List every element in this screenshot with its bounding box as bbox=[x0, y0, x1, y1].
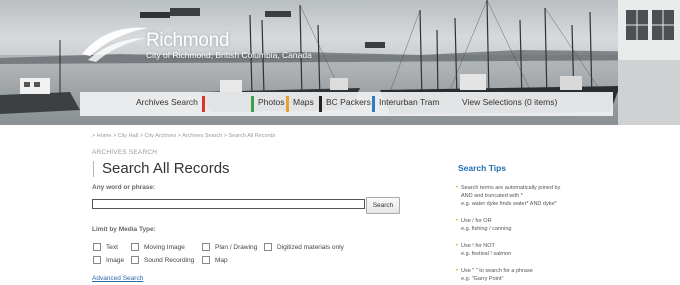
checkbox-label: Text bbox=[106, 243, 118, 251]
search-input[interactable] bbox=[92, 199, 365, 209]
media-type-label: Limit by Media Type: bbox=[92, 226, 156, 233]
checkbox-box[interactable] bbox=[131, 243, 139, 251]
tip-item: • Use / for OR e.g. fishing / canning bbox=[456, 217, 512, 233]
checkbox-sound-recording[interactable]: Sound Recording bbox=[131, 256, 194, 264]
checkbox-label: Plan / Drawing bbox=[215, 243, 258, 251]
search-button[interactable]: Search bbox=[366, 197, 400, 214]
search-label: Any word or phrase: bbox=[92, 184, 156, 191]
checkbox-label: Map bbox=[215, 256, 228, 264]
checkbox-moving-image[interactable]: Moving Image bbox=[131, 243, 185, 251]
tip-line: e.g. festival ! salmon bbox=[461, 251, 512, 257]
checkbox-label: Digitized materials only bbox=[277, 243, 344, 251]
nav-item-interurban-tram[interactable]: Interurban Tram bbox=[379, 97, 439, 107]
nav-item-photos[interactable]: Photos bbox=[258, 97, 284, 107]
checkbox-digitized-only[interactable]: Digitized materials only bbox=[264, 243, 344, 251]
nav-accent-orange bbox=[286, 96, 289, 112]
checkbox-text[interactable]: Text bbox=[93, 243, 118, 251]
checkbox-box[interactable] bbox=[202, 243, 210, 251]
main-nav: Archives Search Photos Maps BC Packers I… bbox=[80, 92, 613, 116]
nav-accent-black bbox=[319, 96, 322, 112]
section-tag: ARCHIVES SEARCH bbox=[92, 149, 158, 156]
checkbox-label: Image bbox=[106, 256, 125, 264]
checkbox-box[interactable] bbox=[202, 256, 210, 264]
bullet-icon: • bbox=[456, 218, 459, 224]
bullet-icon: • bbox=[456, 268, 459, 274]
checkbox-image[interactable]: Image bbox=[93, 256, 124, 264]
nav-item-bc-packers[interactable]: BC Packers bbox=[326, 97, 371, 107]
checkbox-plan-drawing[interactable]: Plan / Drawing bbox=[202, 243, 257, 251]
tip-line: e.g. "Garry Point" bbox=[461, 276, 504, 282]
advanced-search-link[interactable]: Advanced Search bbox=[92, 275, 143, 282]
search-tips-title: Search Tips bbox=[458, 163, 507, 173]
checkbox-map[interactable]: Map bbox=[202, 256, 228, 264]
checkbox-box[interactable] bbox=[264, 243, 272, 251]
breadcrumb[interactable]: > Home > City Hall > City Archives > Arc… bbox=[92, 133, 275, 139]
brand-subtitle: City of Richmond, British Columbia, Cana… bbox=[146, 50, 312, 60]
tip-item: • Use ! for NOT e.g. festival ! salmon bbox=[456, 242, 512, 258]
bullet-icon: • bbox=[456, 185, 459, 191]
tip-item: • Use " " to search for a phrase e.g. "G… bbox=[456, 267, 533, 283]
nav-item-maps[interactable]: Maps bbox=[293, 97, 314, 107]
tip-line: e.g. water dyke finds water* AND dyke* bbox=[461, 201, 557, 207]
tip-line: Use " " to search for a phrase bbox=[461, 268, 533, 274]
tip-line: Use ! for NOT bbox=[461, 243, 495, 249]
tip-line: Search terms are automatically joined by bbox=[461, 185, 561, 191]
bullet-icon: • bbox=[456, 243, 459, 249]
checkbox-label: Sound Recording bbox=[144, 256, 195, 264]
nav-item-archives-search[interactable]: Archives Search bbox=[136, 97, 198, 107]
tip-line: Use / for OR bbox=[461, 218, 492, 224]
brand-name[interactable]: Richmond bbox=[146, 30, 229, 52]
checkbox-box[interactable] bbox=[93, 256, 101, 264]
tip-item: • Search terms are automatically joined … bbox=[456, 184, 561, 208]
nav-accent-red bbox=[202, 96, 205, 112]
tip-line: AND and truncated with * bbox=[461, 193, 523, 199]
checkbox-box[interactable] bbox=[93, 243, 101, 251]
nav-accent-green bbox=[251, 96, 254, 112]
nav-accent-blue bbox=[372, 96, 375, 112]
tip-line: e.g. fishing / canning bbox=[461, 226, 512, 232]
page-title: Search All Records bbox=[102, 160, 230, 177]
checkbox-box[interactable] bbox=[131, 256, 139, 264]
nav-item-view-selections[interactable]: View Selections (0 items) bbox=[462, 97, 557, 107]
title-divider bbox=[93, 161, 94, 177]
richmond-logo-icon bbox=[82, 27, 148, 62]
checkbox-label: Moving Image bbox=[144, 243, 185, 251]
